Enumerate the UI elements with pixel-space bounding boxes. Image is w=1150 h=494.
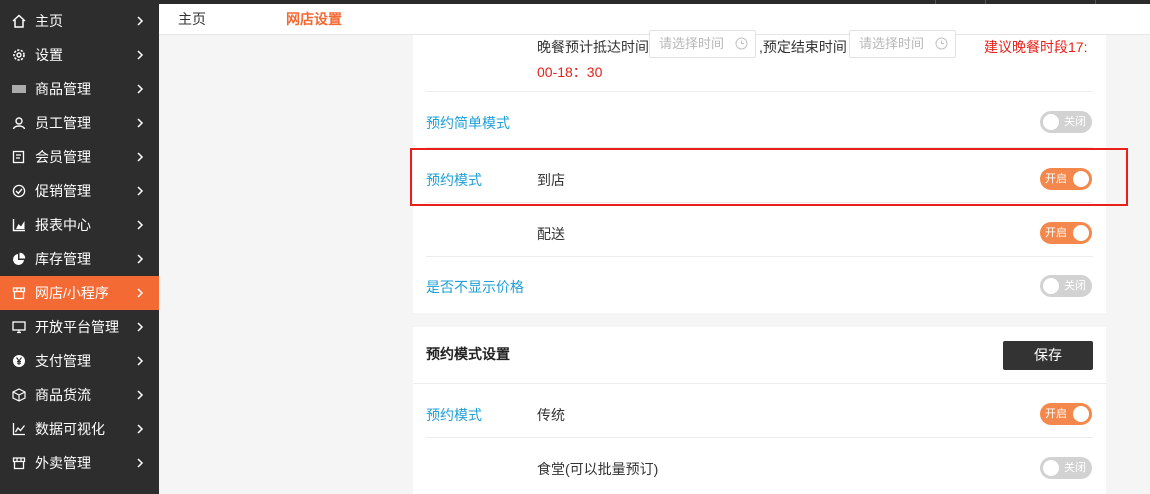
canteen-toggle[interactable]: 关闭 [1040,457,1092,479]
traditional-option-label: 传统 [537,407,565,423]
row-divider [413,383,1106,384]
reservation-end-label: ,预定结束时间 [759,39,847,55]
toggle-knob [1073,406,1089,422]
sidebar-item-payment[interactable]: 支付管理 [0,344,159,378]
home-icon [12,14,26,28]
chevron-right-icon [137,322,144,332]
sidebar-item-data-visualization[interactable]: 数据可视化 [0,412,159,446]
sidebar-item-products[interactable]: 商品管理 [0,72,159,106]
sidebar-item-label: 商品管理 [35,81,91,97]
tab-shop-settings[interactable]: 网店设置 [286,4,342,35]
barcode-icon [12,82,26,96]
toggle-text: 关闭 [1064,116,1086,128]
monitor-icon [12,320,26,334]
member-card-icon [12,150,26,164]
sidebar-item-label: 报表中心 [35,217,91,233]
chevron-right-icon [137,288,144,298]
chevron-right-icon [137,356,144,366]
chevron-right-icon [137,254,144,264]
dinner-suggestion-text: 建议晚餐时段17: [984,39,1088,55]
sidebar-item-open-platform[interactable]: 开放平台管理 [0,310,159,344]
clock-icon [935,37,948,50]
sidebar-item-staff[interactable]: 员工管理 [0,106,159,140]
toggle-knob [1043,278,1059,294]
toggle-text: 关闭 [1064,462,1086,474]
sidebar-item-label: 主页 [35,13,63,29]
reservation-settings-title: 预约模式设置 [426,346,510,362]
sidebar-item-label: 商品货流 [35,387,91,403]
sidebar-item-label: 开放平台管理 [35,319,119,335]
toggle-knob [1043,114,1059,130]
traditional-toggle[interactable]: 开启 [1040,403,1092,425]
time-placeholder: 请选择时间 [659,36,725,51]
pie-chart-icon [12,252,26,266]
chevron-right-icon [137,84,144,94]
cube-icon [12,388,26,402]
toggle-text: 开启 [1045,408,1067,420]
bar-chart-icon [12,218,26,232]
chevron-right-icon [137,50,144,60]
user-icon [12,116,26,130]
chevron-right-icon [137,220,144,230]
row-divider [426,256,1093,257]
chevron-right-icon [137,16,144,26]
store-icon [12,286,26,300]
toggle-text: 关闭 [1064,280,1086,292]
chevron-right-icon [137,424,144,434]
sidebar-item-inventory[interactable]: 库存管理 [0,242,159,276]
sidebar-item-online-store[interactable]: 网店/小程序 [0,276,159,310]
dinner-arrival-time-input[interactable]: 请选择时间 [649,30,756,58]
sidebar-item-label: 网店/小程序 [35,285,109,301]
highlight-box [410,148,1128,206]
tab-home[interactable]: 主页 [178,4,206,35]
sidebar-item-goods-flow[interactable]: 商品货流 [0,378,159,412]
reservation-end-time-input[interactable]: 请选择时间 [849,30,956,58]
sidebar-item-takeout[interactable]: 外卖管理 [0,446,159,480]
sidebar-item-settings[interactable]: 设置 [0,38,159,72]
toggle-knob [1043,460,1059,476]
row-divider [426,91,1093,92]
sidebar-item-reports[interactable]: 报表中心 [0,208,159,242]
chevron-right-icon [137,458,144,468]
sidebar-item-label: 库存管理 [35,251,91,267]
sidebar-item-home[interactable]: 主页 [0,4,159,38]
main-content: 晚餐预计抵达时间 请选择时间 ,预定结束时间 请选择时间 建议晚餐时段17: 0… [159,30,1150,494]
check-circle-icon [12,184,26,198]
sidebar-item-label: 促销管理 [35,183,91,199]
shop-icon [12,456,26,470]
row-divider [426,437,1093,438]
chevron-right-icon [137,118,144,128]
dinner-suggestion-text-cont: 00-18：30 [537,64,603,80]
sidebar: 主页 设置 商品管理 员工管理 会员管理 促销管理 报表中心 库存管理 网店/小 [0,0,159,494]
delivery-toggle[interactable]: 开启 [1040,222,1092,244]
hide-price-toggle[interactable]: 关闭 [1040,275,1092,297]
hide-price-label: 是否不显示价格 [426,279,524,295]
chevron-right-icon [137,390,144,400]
sidebar-item-label: 外卖管理 [35,455,91,471]
reservation-settings-panel: 预约模式设置 保存 预约模式 传统 开启 食堂(可以批量预订) 关闭 [413,327,1106,494]
sidebar-item-label: 支付管理 [35,353,91,369]
sidebar-item-label: 数据可视化 [35,421,105,437]
clock-icon [735,37,748,50]
sidebar-item-label: 员工管理 [35,115,91,131]
yuan-icon [12,354,26,368]
gear-icon [12,48,26,62]
chevron-right-icon [137,152,144,162]
reserve-mode-type-label: 预约模式 [426,407,482,423]
toggle-text: 开启 [1045,227,1067,239]
chevron-right-icon [137,186,144,196]
sidebar-item-promotions[interactable]: 促销管理 [0,174,159,208]
simple-mode-toggle[interactable]: 关闭 [1040,111,1092,133]
sidebar-item-label: 设置 [35,47,63,63]
sidebar-item-label: 会员管理 [35,149,91,165]
sidebar-item-members[interactable]: 会员管理 [0,140,159,174]
simple-mode-label: 预约简单模式 [426,115,510,131]
dinner-arrival-label: 晚餐预计抵达时间 [537,39,649,55]
time-placeholder: 请选择时间 [859,36,925,51]
toggle-knob [1073,225,1089,241]
delivery-option-label: 配送 [537,226,565,242]
canteen-option-label: 食堂(可以批量预订) [537,461,659,477]
save-button[interactable]: 保存 [1003,341,1093,370]
line-chart-icon [12,422,26,436]
